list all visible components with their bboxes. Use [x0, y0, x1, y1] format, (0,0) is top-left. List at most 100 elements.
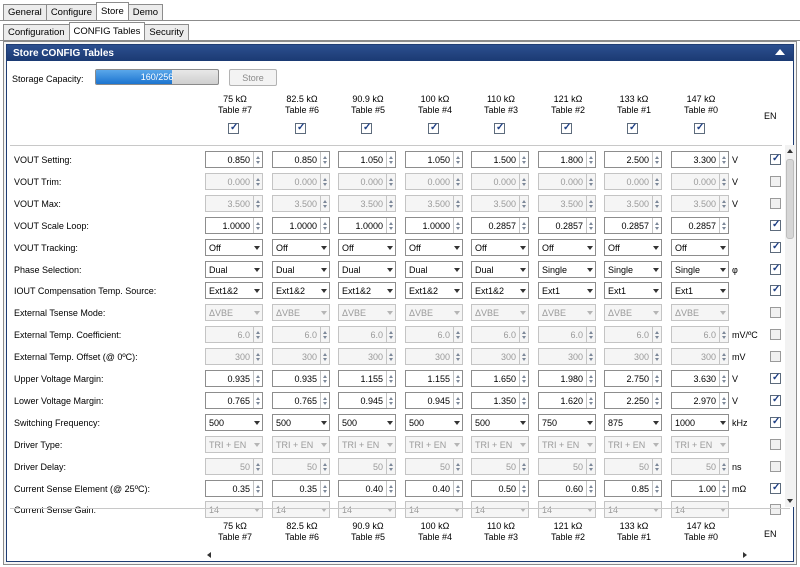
spinner-icon[interactable]	[586, 393, 595, 408]
row-enable-checkbox[interactable]	[770, 372, 781, 384]
dropdown-select[interactable]: Dual	[338, 261, 396, 278]
store-button[interactable]: Store	[229, 69, 277, 86]
spin-field[interactable]: 0.2857	[604, 217, 662, 234]
scroll-right-icon[interactable]	[743, 552, 747, 558]
spinner-icon[interactable]	[719, 218, 728, 233]
dropdown-select[interactable]: Off	[471, 239, 529, 256]
spinner-icon[interactable]	[320, 152, 329, 167]
row-enable-checkbox[interactable]	[770, 504, 781, 515]
chevron-down-icon[interactable]	[651, 283, 661, 298]
spin-field[interactable]: 1.050	[338, 151, 396, 168]
spinner-icon[interactable]	[586, 218, 595, 233]
horizontal-scrollbar[interactable]	[207, 550, 747, 560]
chevron-down-icon[interactable]	[585, 415, 595, 430]
scroll-down-icon[interactable]	[787, 499, 793, 503]
chevron-down-icon[interactable]	[718, 262, 728, 277]
spin-field[interactable]: 0.850	[205, 151, 263, 168]
chevron-down-icon[interactable]	[585, 240, 595, 255]
chevron-down-icon[interactable]	[585, 262, 595, 277]
spinner-icon[interactable]	[586, 371, 595, 386]
row-enable-checkbox[interactable]	[770, 284, 781, 296]
row-enable-checkbox[interactable]	[770, 439, 781, 450]
spinner-icon[interactable]	[519, 152, 528, 167]
dropdown-select[interactable]: Single	[604, 261, 662, 278]
dropdown-select[interactable]: Ext1&2	[205, 282, 263, 299]
row-enable-checkbox[interactable]	[770, 461, 781, 472]
dropdown-select[interactable]: Dual	[205, 261, 263, 278]
spinner-icon[interactable]	[719, 371, 728, 386]
chevron-down-icon[interactable]	[518, 283, 528, 298]
spin-field[interactable]: 1.500	[471, 151, 529, 168]
row-enable-checkbox[interactable]	[770, 219, 781, 231]
dropdown-select[interactable]: Ext1&2	[471, 282, 529, 299]
chevron-down-icon[interactable]	[718, 283, 728, 298]
chevron-down-icon[interactable]	[385, 240, 395, 255]
spin-field[interactable]: 2.250	[604, 392, 662, 409]
row-enable-checkbox[interactable]	[770, 241, 781, 253]
spinner-icon[interactable]	[586, 481, 595, 496]
tab-general[interactable]: General	[3, 4, 47, 20]
column-enable-checkbox[interactable]	[627, 122, 638, 134]
spinner-icon[interactable]	[652, 393, 661, 408]
spin-field[interactable]: 3.300	[671, 151, 729, 168]
spinner-icon[interactable]	[719, 481, 728, 496]
spin-field[interactable]: 1.980	[538, 370, 596, 387]
scroll-left-icon[interactable]	[207, 552, 211, 558]
spin-field[interactable]: 1.0000	[205, 217, 263, 234]
dropdown-select[interactable]: 500	[272, 414, 330, 431]
chevron-down-icon[interactable]	[518, 262, 528, 277]
chevron-down-icon[interactable]	[718, 240, 728, 255]
column-enable-checkbox[interactable]	[694, 122, 705, 134]
spinner-icon[interactable]	[453, 481, 462, 496]
tab-configuration[interactable]: Configuration	[3, 24, 70, 40]
column-enable-checkbox[interactable]	[428, 122, 439, 134]
scroll-thumb[interactable]	[786, 159, 794, 239]
spinner-icon[interactable]	[652, 481, 661, 496]
spinner-icon[interactable]	[386, 371, 395, 386]
spinner-icon[interactable]	[453, 371, 462, 386]
dropdown-select[interactable]: 500	[471, 414, 529, 431]
row-enable-checkbox[interactable]	[770, 482, 781, 494]
chevron-down-icon[interactable]	[452, 262, 462, 277]
row-enable-checkbox[interactable]	[770, 351, 781, 362]
dropdown-select[interactable]: Dual	[405, 261, 463, 278]
spinner-icon[interactable]	[652, 152, 661, 167]
spin-field[interactable]: 0.765	[205, 392, 263, 409]
spinner-icon[interactable]	[386, 152, 395, 167]
spinner-icon[interactable]	[386, 481, 395, 496]
dropdown-select[interactable]: Ext1	[604, 282, 662, 299]
dropdown-select[interactable]: Off	[671, 239, 729, 256]
spin-field[interactable]: 2.750	[604, 370, 662, 387]
chevron-down-icon[interactable]	[651, 262, 661, 277]
chevron-down-icon[interactable]	[651, 415, 661, 430]
row-enable-checkbox[interactable]	[770, 394, 781, 406]
spin-field[interactable]: 0.765	[272, 392, 330, 409]
dropdown-select[interactable]: 500	[205, 414, 263, 431]
spin-field[interactable]: 1.155	[405, 370, 463, 387]
spinner-icon[interactable]	[719, 152, 728, 167]
spin-field[interactable]: 0.945	[405, 392, 463, 409]
spinner-icon[interactable]	[253, 152, 262, 167]
tab-configure[interactable]: Configure	[45, 4, 98, 20]
spin-field[interactable]: 1.0000	[272, 217, 330, 234]
spinner-icon[interactable]	[253, 481, 262, 496]
chevron-down-icon[interactable]	[252, 262, 262, 277]
spin-field[interactable]: 3.630	[671, 370, 729, 387]
scroll-up-icon[interactable]	[787, 149, 793, 153]
dropdown-select[interactable]: Off	[405, 239, 463, 256]
spinner-icon[interactable]	[453, 218, 462, 233]
spin-field[interactable]: 0.945	[338, 392, 396, 409]
spin-field[interactable]: 2.970	[671, 392, 729, 409]
row-enable-checkbox[interactable]	[770, 307, 781, 318]
dropdown-select[interactable]: Dual	[471, 261, 529, 278]
dropdown-select[interactable]: Off	[538, 239, 596, 256]
column-enable-checkbox[interactable]	[361, 122, 372, 134]
spin-field[interactable]: 1.050	[405, 151, 463, 168]
dropdown-select[interactable]: 750	[538, 414, 596, 431]
dropdown-select[interactable]: Single	[538, 261, 596, 278]
dropdown-select[interactable]: Ext1&2	[272, 282, 330, 299]
spinner-icon[interactable]	[519, 371, 528, 386]
spin-field[interactable]: 0.935	[205, 370, 263, 387]
dropdown-select[interactable]: Ext1&2	[338, 282, 396, 299]
dropdown-select[interactable]: Ext1	[538, 282, 596, 299]
